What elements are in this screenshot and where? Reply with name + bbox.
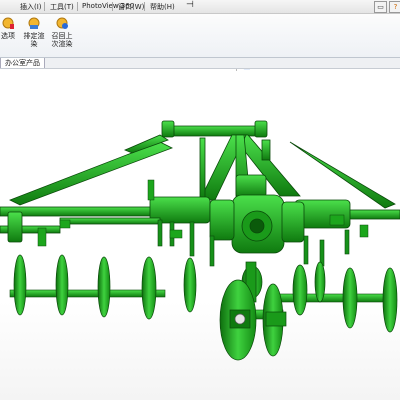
- recall-render-icon: [56, 17, 68, 29]
- schedule-render-button[interactable]: 排定渲 染: [20, 16, 48, 56]
- render-options-icon: [2, 17, 14, 29]
- schedule-render-label-line1: 排定渲: [23, 32, 45, 40]
- menu-separator: [44, 2, 45, 11]
- graphics-viewport[interactable]: ⌕ ⊕ ↶ ◧ ▣ ◪ ◉ ✎ ● ◐ ▢: [0, 69, 400, 400]
- schedule-render-icon: [28, 17, 40, 29]
- menu-separator: [144, 2, 145, 11]
- command-ribbon: 选项 排定渲 染 召回上 次渲染: [0, 14, 400, 58]
- menu-separator: [77, 2, 78, 11]
- menu-tools[interactable]: 工具(T): [50, 2, 74, 12]
- recall-render-label-line1: 召回上: [51, 32, 73, 40]
- tab-office-products[interactable]: 办公室产品: [0, 58, 45, 68]
- left-disc-gang: [13, 254, 197, 320]
- hitch-frame: [9, 120, 396, 209]
- disc-harrow-model: [0, 120, 400, 361]
- help-icon[interactable]: ?: [389, 1, 400, 13]
- command-tab-strip: 办公室产品: [0, 58, 400, 69]
- pin-icon[interactable]: ⊣: [186, 0, 194, 10]
- menu-bar: 插入(I) 工具(T) PhotoView 360 窗口(W) 帮助(H) ⊣ …: [0, 0, 400, 14]
- gearbox: [209, 194, 305, 254]
- menu-window[interactable]: 窗口(W): [118, 2, 144, 12]
- recall-render-label-line2: 次渲染: [51, 40, 73, 48]
- schedule-render-label-line2: 染: [30, 40, 38, 48]
- options-label: 选项: [1, 32, 15, 40]
- depth-wheel: [219, 261, 287, 361]
- menu-separator: [112, 2, 113, 11]
- options-button[interactable]: 选项: [0, 16, 22, 56]
- menu-insert[interactable]: 插入(I): [20, 2, 42, 12]
- menu-help[interactable]: 帮助(H): [150, 2, 175, 12]
- recall-last-render-button[interactable]: 召回上 次渲染: [48, 16, 76, 56]
- minimize-window-icon[interactable]: ▭: [374, 1, 387, 13]
